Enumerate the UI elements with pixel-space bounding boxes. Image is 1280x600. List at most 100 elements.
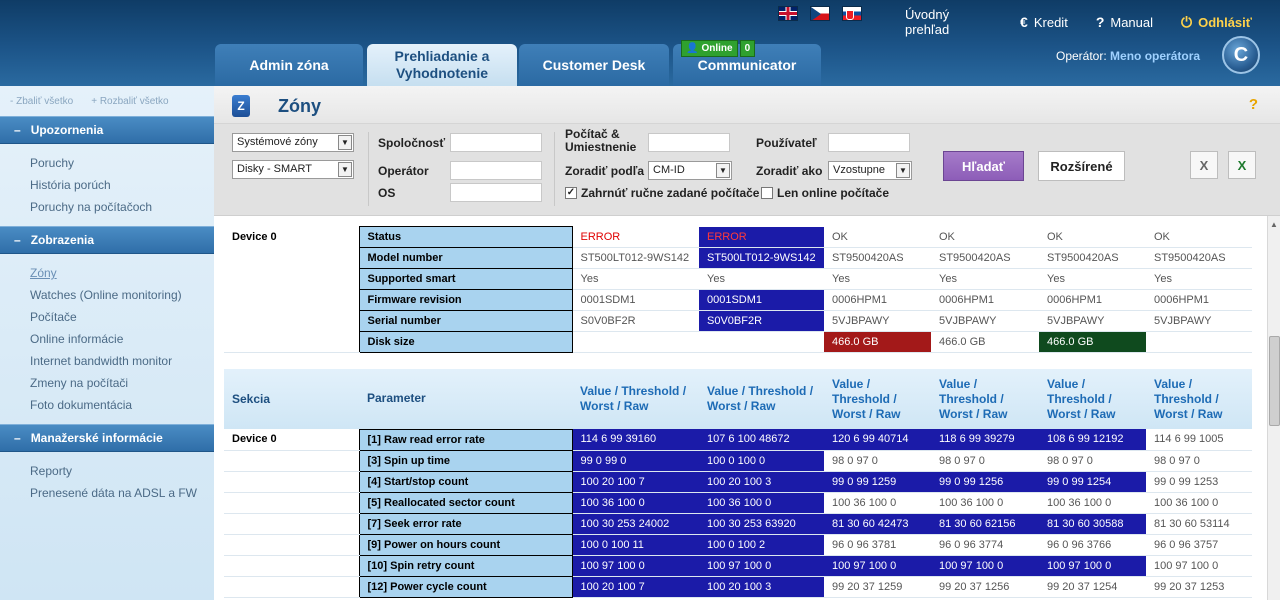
sidebar-item-computer-changes[interactable]: Zmeny na počítači	[30, 372, 214, 394]
only-online-checkbox[interactable]: Len online počítače	[761, 186, 889, 200]
overview-link[interactable]: Úvodný prehľad	[905, 7, 992, 37]
vertical-scrollbar[interactable]: ▲	[1267, 216, 1280, 600]
zone-type-select[interactable]: Systémové zóny ▼	[232, 133, 354, 152]
cell: 100 36 100 0	[699, 492, 824, 514]
sidebar-section-management[interactable]: Manažerské informácie	[0, 424, 214, 452]
cell: 120 6 99 40714	[824, 429, 931, 451]
search-button[interactable]: Hľadať	[943, 151, 1024, 181]
cell: 466.0 GB	[824, 331, 931, 353]
logout-link[interactable]: ⏻ Odhlásiť	[1181, 7, 1252, 37]
sidebar-item-computers[interactable]: Počítače	[30, 306, 214, 328]
flag-slovak-icon[interactable]	[842, 6, 862, 21]
scrollbar-thumb[interactable]	[1269, 336, 1280, 426]
sidebar-item-photo-docs[interactable]: Foto dokumentácia	[30, 394, 214, 416]
cell: Yes	[699, 268, 824, 290]
cell: 100 36 100 0	[1039, 492, 1146, 514]
cell: 81 30 60 62156	[931, 513, 1039, 535]
logo-letter: C	[1233, 43, 1249, 66]
help-icon[interactable]: ?	[1249, 96, 1258, 113]
sort-order-value: Vzostupne	[833, 164, 885, 176]
cell: S0V0BF2R	[572, 310, 699, 332]
power-icon: ⏻	[1181, 13, 1193, 30]
disk-view-select[interactable]: Disky - SMART ▼	[232, 160, 354, 179]
language-flags	[778, 6, 862, 21]
section-title: Manažerské informácie	[30, 431, 163, 445]
cell: Yes	[1039, 268, 1146, 290]
cell: 114 6 99 1005	[1146, 429, 1252, 451]
table-row: [4] Start/stop count 100 20 100 7 100 20 1…	[224, 470, 1252, 493]
user-input[interactable]	[828, 133, 910, 152]
user-label: Používateľ	[756, 136, 817, 150]
tab-browse-evaluate[interactable]: Prehliadanie a Vyhodnotenie	[367, 44, 517, 86]
cell: 107 6 100 48672	[699, 429, 824, 451]
cell: OK	[931, 226, 1039, 248]
cell: 99 20 37 1256	[931, 576, 1039, 598]
sidebar-item-faults[interactable]: Poruchy	[30, 152, 214, 174]
table-row: Device 0 Status ERROR ERROR OK OK OK OK	[224, 226, 1252, 353]
scroll-up-icon[interactable]: ▲	[1270, 220, 1278, 229]
cell: 96 0 96 3774	[931, 534, 1039, 556]
smart-attributes-table: Sekcia Parameter Value / Threshold / Wor…	[224, 369, 1252, 598]
sidebar-item-computer-faults[interactable]: Poruchy na počítačoch	[30, 196, 214, 218]
zone-type-value: Systémové zóny	[237, 136, 318, 148]
cell: 466.0 GB	[1039, 331, 1146, 353]
include-manual-label: Zahrnúť ručne zadané počítače	[581, 186, 760, 200]
sidebar-item-zones[interactable]: Zóny	[30, 262, 214, 284]
device-name: Device 0	[224, 226, 359, 353]
table-row: Disk size 466.0 GB 466.0 GB 466.0 GB	[224, 331, 1252, 353]
sort-order-select[interactable]: Vzostupne ▼	[828, 161, 912, 180]
cell: ERROR	[572, 226, 699, 248]
online-count: 0	[739, 40, 756, 57]
cell: 100 20 100 3	[699, 576, 824, 598]
manual-link[interactable]: ? Manual	[1096, 7, 1153, 37]
cell: 99 0 99 1253	[1146, 471, 1252, 493]
sidebar-item-watches[interactable]: Watches (Online monitoring)	[30, 284, 214, 306]
sort-by-select[interactable]: CM-ID ▼	[648, 161, 732, 180]
credit-link[interactable]: € Kredit	[1020, 7, 1068, 37]
overview-label: Úvodný prehľad	[905, 7, 950, 37]
tab-label: Admin zóna	[249, 56, 329, 73]
sidebar-item-fault-history[interactable]: História porúch	[30, 174, 214, 196]
sidebar-section-alerts[interactable]: Upozornenia	[0, 116, 214, 144]
row-label: Model number	[358, 247, 573, 269]
cell: Yes	[931, 268, 1039, 290]
row-label: Serial number	[358, 310, 573, 332]
cell: 100 36 100 0	[572, 492, 699, 514]
row-label: Supported smart	[358, 268, 573, 290]
sidebar-item-online-info[interactable]: Online informácie	[30, 328, 214, 350]
cell: 99 0 99 1259	[824, 471, 931, 493]
cell: 100 36 100 0	[931, 492, 1039, 514]
cell: 98 0 97 0	[1146, 450, 1252, 472]
cell: 100 97 100 0	[931, 555, 1039, 577]
cell: 100 97 100 0	[1146, 555, 1252, 577]
cell: 5VJBPAWY	[1146, 310, 1252, 332]
tab-admin-zone[interactable]: Admin zóna	[215, 44, 363, 86]
chevron-down-icon: ▼	[338, 162, 352, 177]
sidebar-item-transferred-data[interactable]: Prenesené dáta na ADSL a FW	[30, 482, 214, 504]
cell: 100 30 253 63920	[699, 513, 824, 535]
advanced-button[interactable]: Rozšírené	[1038, 151, 1125, 181]
sidebar-section-views[interactable]: Zobrazenia	[0, 226, 214, 254]
expand-all-link[interactable]: + Rozbaliť všetko	[91, 96, 168, 107]
operator-input[interactable]	[450, 161, 542, 180]
sort-order-label: Zoradiť ako	[756, 164, 823, 178]
table-row: [12] Power cycle count 100 20 100 7 100 20…	[224, 575, 1252, 598]
export-excel-icon[interactable]: X	[1228, 151, 1256, 179]
table-row: [9] Power on hours count 100 0 100 11 100 …	[224, 533, 1252, 556]
sidebar-item-reports[interactable]: Reporty	[30, 460, 214, 482]
cell: 100 97 100 0	[572, 555, 699, 577]
tab-customer-desk[interactable]: Customer Desk	[519, 44, 669, 86]
export-excel-disabled-icon[interactable]: X	[1190, 151, 1218, 179]
company-input[interactable]	[450, 133, 542, 152]
flag-czech-icon[interactable]	[810, 6, 830, 21]
cell: Yes	[1146, 268, 1252, 290]
zones-icon: Z	[232, 95, 250, 117]
empty-cell	[224, 492, 359, 514]
sidebar-item-bandwidth[interactable]: Internet bandwidth monitor	[30, 350, 214, 372]
os-input[interactable]	[450, 183, 542, 202]
computer-location-input[interactable]	[648, 133, 730, 152]
collapse-all-link[interactable]: - Zbaliť všetko	[10, 96, 73, 107]
flag-english-icon[interactable]	[778, 6, 798, 21]
include-manual-checkbox[interactable]: ✓ Zahrnúť ručne zadané počítače	[565, 186, 759, 200]
column-header: Value / Threshold / Worst / Raw	[699, 369, 824, 429]
